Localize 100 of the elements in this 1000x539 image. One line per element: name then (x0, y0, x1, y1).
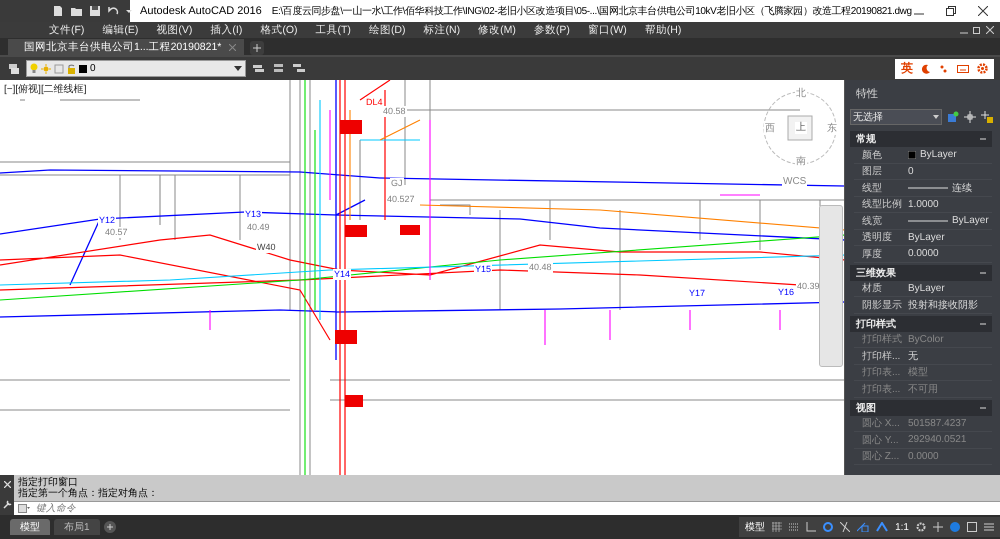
moon-icon[interactable] (921, 64, 931, 74)
collapse-icon (980, 270, 986, 276)
fullscreen-icon[interactable] (967, 522, 977, 532)
annotation-scale[interactable]: 1:1 (895, 522, 909, 532)
match-layer-icon[interactable] (252, 62, 266, 75)
line-sample-icon (908, 218, 948, 223)
section-header[interactable]: 视图 (850, 400, 992, 416)
new-file-icon[interactable] (52, 5, 64, 17)
punctuation-icon[interactable] (939, 64, 949, 74)
selection-dropdown[interactable]: 无选择 (850, 109, 942, 125)
input-mode-label[interactable]: 英 (901, 60, 913, 77)
settings-icon[interactable] (977, 63, 988, 74)
property-name: 线型比例 (861, 198, 903, 212)
close-icon[interactable] (978, 6, 988, 16)
property-value[interactable]: ByLayer (952, 215, 989, 226)
drawing-label: W40 (256, 242, 277, 253)
caret-icon (933, 115, 939, 119)
lightbulb-icon (30, 63, 38, 74)
plus-icon[interactable] (933, 522, 943, 532)
model-space-button[interactable]: 模型 (745, 520, 766, 534)
sun-icon (41, 64, 51, 74)
quick-select-icon[interactable] (981, 111, 993, 123)
menu-item[interactable]: 标注(N) (414, 23, 470, 37)
annotation-icon[interactable] (876, 522, 888, 532)
open-folder-icon[interactable] (70, 5, 83, 17)
color-swatch-icon (79, 64, 87, 72)
menu-item[interactable]: 文件(F) (40, 23, 94, 37)
property-name: 打印表... (861, 382, 902, 396)
drawing-label: Y16 (777, 287, 796, 298)
menu-item[interactable]: 窗口(W) (578, 23, 636, 37)
wrench-icon[interactable] (2, 500, 12, 509)
select-objects-icon[interactable] (964, 111, 976, 123)
section-header[interactable]: 打印样式 (850, 316, 992, 332)
menu-item[interactable]: 帮助(H) (636, 23, 690, 37)
collapse-icon (980, 136, 986, 142)
command-input-field[interactable]: 键入命令 (36, 503, 1000, 514)
new-tab-button[interactable] (250, 41, 264, 55)
property-value[interactable]: 投射和接收阴影 (908, 298, 978, 312)
property-value[interactable]: 1.0000 (908, 198, 939, 210)
menu-item[interactable]: 格式(O) (251, 23, 307, 37)
property-value[interactable]: 0 (908, 166, 914, 177)
plus-icon (106, 524, 113, 530)
command-input-bar[interactable]: 键入命令 (14, 501, 1000, 515)
drawing-label: Y13 (244, 209, 262, 220)
app-title: Autodesk AutoCAD 2016 (140, 5, 262, 17)
layer-properties-icon[interactable] (8, 62, 20, 74)
property-value[interactable]: ByLayer (920, 149, 957, 160)
settings-icon[interactable] (916, 522, 926, 532)
compass-east-label[interactable]: 东 (826, 123, 838, 135)
property-value[interactable]: 0.0000 (908, 248, 939, 260)
polar-icon[interactable] (823, 522, 834, 532)
menu-item[interactable]: 修改(M) (469, 23, 525, 37)
file-path: E:\百度云同步盘\一山一水\工作\佰华科技工作\ING\02-老旧小区改造项目\05-...\国网北京丰台供电公司10kV老旧小区（飞腾家园）改造工程20190821.dwg (272, 4, 912, 18)
property-value[interactable]: 连续 (952, 180, 972, 195)
new-layout-button[interactable] (104, 521, 116, 533)
grid-icon[interactable] (772, 522, 782, 532)
property-value[interactable]: ByLayer (908, 232, 945, 243)
layer-dropdown[interactable]: 0 (26, 60, 246, 77)
layout-tab[interactable]: 模型 (10, 519, 50, 535)
menu-item[interactable]: 绘图(D) (360, 23, 415, 37)
section-header[interactable]: 三维效果 (850, 264, 992, 280)
property-name: 阴影显示 (861, 298, 903, 312)
layout-tab[interactable]: 布局1 (54, 519, 100, 535)
viewport-icon (54, 64, 64, 74)
restore-icon[interactable] (973, 26, 981, 34)
menu-item[interactable]: 参数(P) (524, 23, 579, 37)
section-header[interactable]: 常规 (850, 131, 992, 147)
drawing-label: 40.527 (386, 194, 416, 205)
compass-west-label[interactable]: 西 (764, 123, 776, 135)
drawing-label: DL4 (365, 97, 384, 108)
previous-layer-icon[interactable] (272, 62, 286, 75)
toggle-pickadd-icon[interactable] (947, 111, 959, 123)
isometric-icon[interactable] (840, 522, 850, 532)
property-name: 材质 (861, 282, 883, 296)
viewport-label[interactable]: [−][俯视][二维线框] (4, 82, 87, 96)
property-value[interactable]: 无 (908, 348, 918, 363)
keyboard-icon[interactable] (957, 64, 969, 74)
document-tab[interactable]: 国网北京丰台供电公司1...工程20190821* (8, 39, 244, 55)
ortho-icon[interactable] (806, 522, 816, 532)
customize-icon[interactable] (984, 522, 994, 532)
property-value[interactable]: ByLayer (908, 282, 945, 294)
save-icon[interactable] (89, 5, 101, 17)
object-snap-icon[interactable] (857, 522, 870, 532)
restore-icon[interactable] (946, 6, 956, 16)
menu-item[interactable]: 工具(T) (306, 23, 360, 37)
snap-icon[interactable] (789, 522, 800, 532)
compass-south-label[interactable]: 南 (795, 156, 807, 168)
line-sample-icon (908, 186, 948, 190)
menu-item[interactable]: 编辑(E) (93, 23, 148, 37)
menu-item[interactable]: 视图(V) (147, 23, 202, 37)
compass-north-label[interactable]: 北 (795, 88, 807, 100)
compass-ucs-label[interactable]: WCS (782, 176, 808, 188)
drawing-label: 40.49 (246, 222, 271, 233)
property-name: 打印表... (861, 366, 902, 380)
undo-icon[interactable] (107, 5, 119, 17)
menu-item[interactable]: 插入(I) (201, 23, 252, 37)
drawing-label: 40.39 (796, 281, 821, 292)
compass-top-label[interactable]: 上 (795, 122, 807, 134)
layer-isolate-icon[interactable] (292, 62, 306, 75)
drawing-label: Y12 (98, 215, 116, 226)
